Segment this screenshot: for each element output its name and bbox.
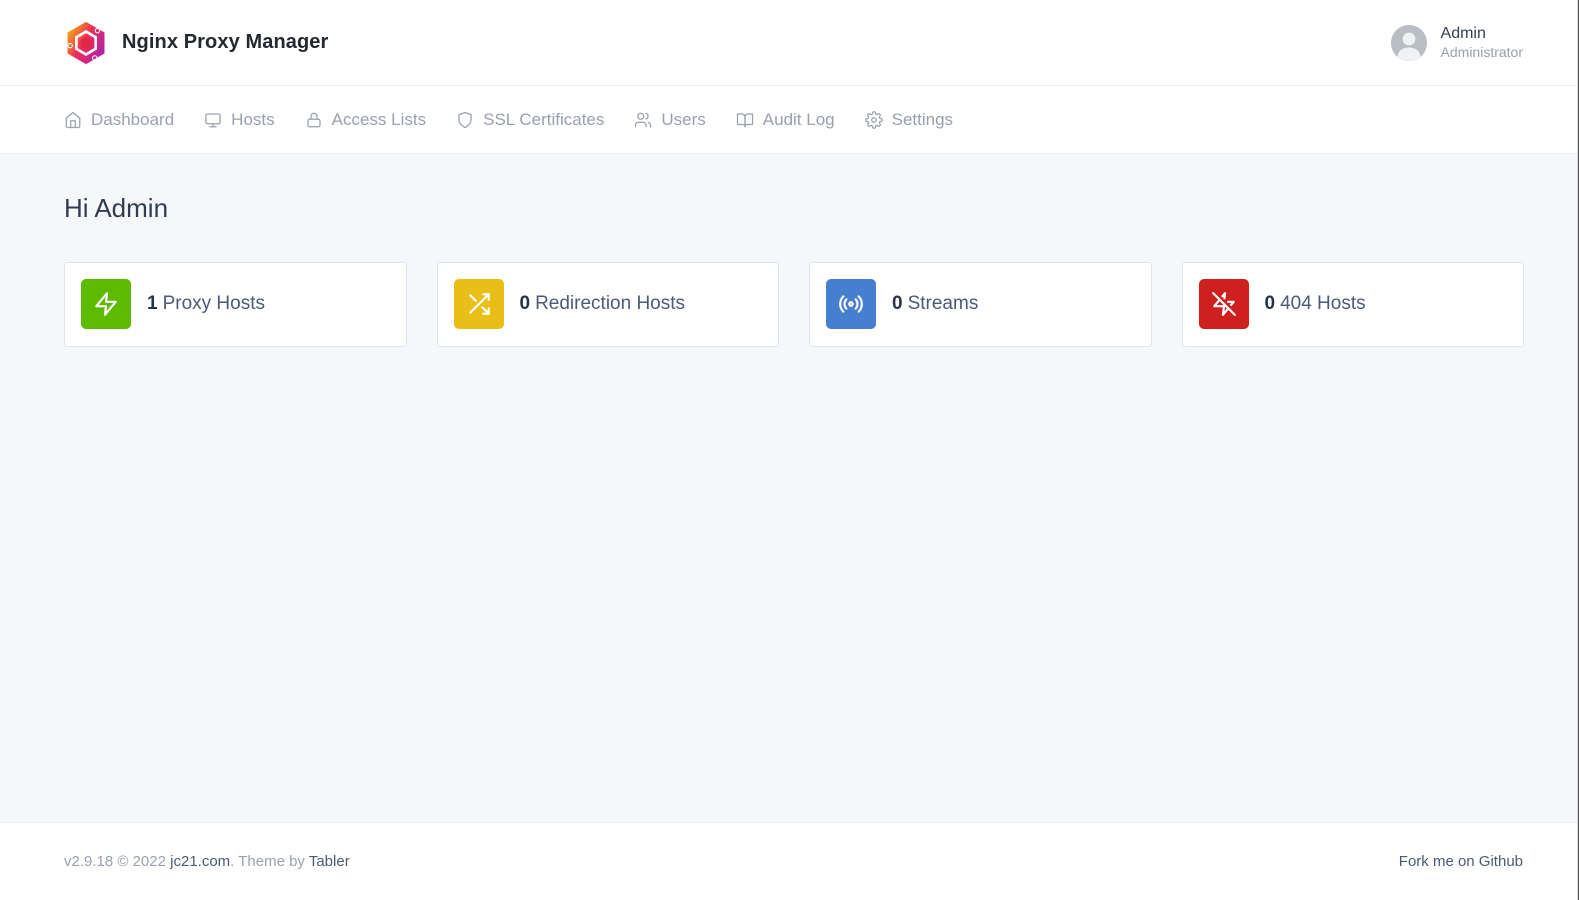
stat-label: Redirection Hosts [535, 293, 685, 314]
stat-value: 0 [520, 293, 531, 314]
shuffle-icon [454, 279, 504, 329]
stat-value: 0 [892, 293, 903, 314]
user-role: Administrator [1441, 44, 1523, 62]
stat-cards: 1Proxy Hosts 0Redirection Hosts 0Streams [64, 262, 1524, 347]
nav-item-label: Settings [892, 110, 953, 130]
footer-version: v2.9.18 © 2022 [64, 853, 170, 870]
app-footer: v2.9.18 © 2022 jc21.com. Theme by Tabler… [0, 822, 1579, 900]
nav-item-settings[interactable]: Settings [865, 110, 953, 130]
brand[interactable]: Nginx Proxy Manager [64, 21, 328, 65]
lightning-off-icon [1199, 279, 1249, 329]
nav-item-audit-log[interactable]: Audit Log [736, 110, 835, 130]
shield-icon [456, 111, 474, 129]
users-icon [634, 111, 652, 129]
nav-item-ssl-certificates[interactable]: SSL Certificates [456, 110, 604, 130]
stat-card-404-hosts[interactable]: 0404 Hosts [1182, 262, 1525, 347]
stat-label: 404 Hosts [1280, 293, 1366, 314]
main-nav: Dashboard Hosts Access Lists SSL Certifi… [0, 86, 1579, 154]
avatar [1391, 25, 1427, 61]
dashboard-content: Hi Admin 1Proxy Hosts 0Redirection Hosts [0, 154, 1579, 822]
app-title: Nginx Proxy Manager [122, 31, 328, 54]
user-text: Admin Administrator [1441, 24, 1523, 62]
book-open-icon [736, 111, 754, 129]
stat-card-streams[interactable]: 0Streams [809, 262, 1152, 347]
gear-icon [865, 111, 883, 129]
nav-item-dashboard[interactable]: Dashboard [64, 110, 174, 130]
user-menu[interactable]: Admin Administrator [1391, 24, 1523, 62]
stat-label: Proxy Hosts [163, 293, 265, 314]
stat-text: 0404 Hosts [1265, 293, 1366, 315]
footer-theme-text: . Theme by [230, 853, 309, 870]
monitor-icon [204, 111, 222, 129]
app-header: Nginx Proxy Manager Admin Administrator [0, 0, 1579, 86]
page: Nginx Proxy Manager Admin Administrator … [0, 0, 1579, 900]
stat-text: 0Redirection Hosts [520, 293, 686, 315]
stat-card-proxy-hosts[interactable]: 1Proxy Hosts [64, 262, 407, 347]
jc21-link[interactable]: jc21.com [170, 853, 230, 870]
stat-text: 1Proxy Hosts [147, 293, 265, 315]
nav-item-label: SSL Certificates [483, 110, 604, 130]
footer-credits: v2.9.18 © 2022 jc21.com. Theme by Tabler [64, 853, 350, 870]
stat-label: Streams [908, 293, 979, 314]
tabler-link[interactable]: Tabler [309, 853, 350, 870]
user-name: Admin [1441, 24, 1523, 44]
github-link[interactable]: Fork me on Github [1399, 853, 1523, 870]
stat-card-redirection-hosts[interactable]: 0Redirection Hosts [437, 262, 780, 347]
nav-item-label: Audit Log [763, 110, 835, 130]
lightning-icon [81, 279, 131, 329]
nav-item-label: Hosts [231, 110, 274, 130]
broadcast-icon [826, 279, 876, 329]
nav-item-label: Users [661, 110, 705, 130]
nav-item-hosts[interactable]: Hosts [204, 110, 274, 130]
stat-value: 1 [147, 293, 158, 314]
nav-item-users[interactable]: Users [634, 110, 705, 130]
nav-item-access-lists[interactable]: Access Lists [305, 110, 426, 130]
stat-text: 0Streams [892, 293, 978, 315]
page-title: Hi Admin [64, 194, 1524, 224]
app-logo-icon [64, 21, 108, 65]
stat-value: 0 [1265, 293, 1276, 314]
nav-item-label: Access Lists [332, 110, 426, 130]
nav-item-label: Dashboard [91, 110, 174, 130]
home-icon [64, 111, 82, 129]
lock-icon [305, 111, 323, 129]
